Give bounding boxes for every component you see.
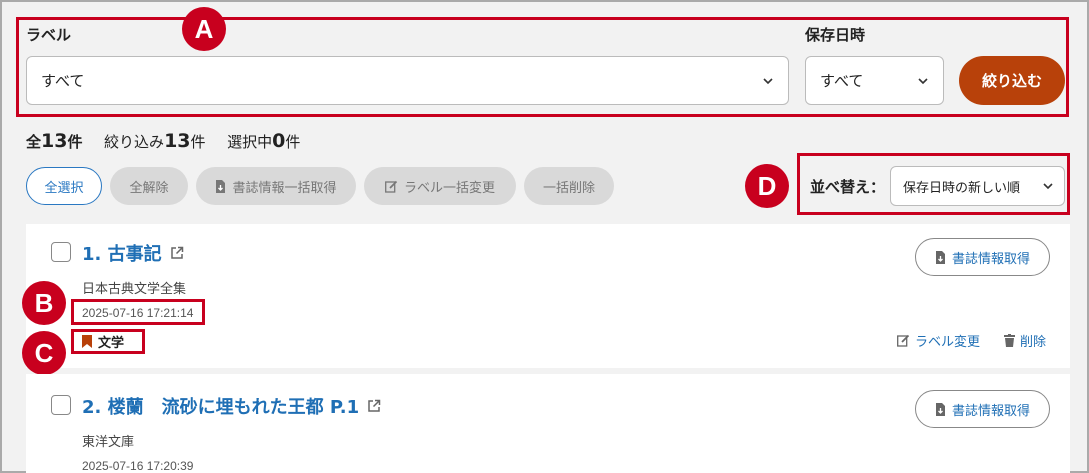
item-label-text: 文学 — [98, 336, 125, 351]
total-suffix: 件 — [67, 133, 83, 151]
change-label-text: ラベル変更 — [915, 335, 981, 350]
item-checkbox[interactable] — [51, 395, 71, 415]
sort-select[interactable]: 保存日時の新しい順 — [890, 166, 1065, 206]
bulk-fetch-button[interactable]: 書誌情報一括取得 — [196, 167, 356, 205]
fetch-bibliographic-label: 書誌情報取得 — [951, 251, 1030, 267]
chevron-down-icon — [763, 77, 773, 84]
total-prefix: 全 — [26, 133, 42, 151]
label-field-label: ラベル — [26, 26, 72, 44]
bookmark-icon — [82, 335, 92, 348]
item-title: 2. 楼蘭 流砂に埋もれた王都 P.1 — [82, 397, 360, 418]
filtered-suffix: 件 — [190, 133, 206, 151]
deselect-all-label: 全解除 — [129, 180, 169, 196]
item-subtitle: 東洋文庫 — [82, 435, 135, 450]
item-title-link[interactable]: 2. 楼蘭 流砂に埋もれた王都 P.1 — [82, 393, 381, 419]
fetch-bibliographic-label: 書誌情報取得 — [951, 403, 1030, 419]
external-link-icon — [170, 246, 183, 259]
annotation-marker-c: C — [22, 331, 66, 375]
annotation-marker-b: B — [22, 281, 66, 325]
change-label-link[interactable]: ラベル変更 — [897, 331, 980, 350]
select-all-button[interactable]: 全選択 — [26, 167, 102, 205]
document-download-icon — [216, 179, 226, 193]
filtered-prefix: 絞り込み — [104, 133, 165, 151]
item-title: 1. 古事記 — [82, 244, 162, 265]
selected-suffix: 件 — [285, 133, 301, 151]
sort-select-value: 保存日時の新しい順 — [903, 180, 1021, 196]
filtered-count: 13 — [164, 130, 191, 152]
bulk-label-button[interactable]: ラベル一括変更 — [364, 167, 516, 205]
chevron-down-icon — [1043, 183, 1053, 190]
result-counts: 全13件 絞り込み13件 選択中0件 — [26, 130, 300, 152]
item-date: 2025-07-16 17:20:39 — [82, 459, 194, 473]
fetch-bibliographic-button[interactable]: 書誌情報取得 — [915, 390, 1050, 428]
sort-label: 並べ替え： — [810, 178, 886, 196]
bulk-delete-button[interactable]: 一括削除 — [524, 167, 614, 205]
edit-icon — [385, 180, 398, 193]
item-label-tag: 文学 — [82, 332, 124, 351]
document-download-icon — [935, 402, 945, 416]
label-select-value: すべて — [41, 72, 85, 90]
date-select[interactable]: すべて — [805, 56, 944, 105]
bulk-label-label: ラベル一括変更 — [403, 180, 495, 196]
bulk-fetch-label: 書誌情報一括取得 — [232, 180, 337, 196]
item-subtitle: 日本古典文学全集 — [82, 282, 187, 297]
date-select-value: すべて — [820, 72, 864, 90]
deselect-all-button[interactable]: 全解除 — [110, 167, 188, 205]
select-all-label: 全選択 — [44, 180, 84, 196]
item-title-link[interactable]: 1. 古事記 — [82, 240, 184, 266]
trash-icon — [1004, 334, 1015, 347]
edit-icon — [897, 334, 910, 347]
annotation-marker-a: A — [182, 7, 226, 51]
fetch-bibliographic-button[interactable]: 書誌情報取得 — [915, 238, 1050, 276]
delete-text: 削除 — [1020, 335, 1047, 350]
apply-filter-button[interactable]: 絞り込む — [959, 56, 1065, 105]
annotation-marker-d: D — [745, 164, 789, 208]
document-download-icon — [935, 250, 945, 264]
external-link-icon — [368, 399, 381, 412]
date-field-label: 保存日時 — [805, 26, 866, 44]
item-checkbox[interactable] — [51, 242, 71, 262]
label-select[interactable]: すべて — [26, 56, 789, 105]
chevron-down-icon — [918, 77, 928, 84]
selected-count: 0 — [272, 130, 286, 152]
delete-link[interactable]: 削除 — [1004, 331, 1046, 350]
item-date: 2025-07-16 17:21:14 — [82, 306, 194, 320]
bulk-delete-label: 一括削除 — [542, 180, 595, 196]
total-count: 13 — [41, 130, 68, 152]
selected-prefix: 選択中 — [227, 133, 273, 151]
